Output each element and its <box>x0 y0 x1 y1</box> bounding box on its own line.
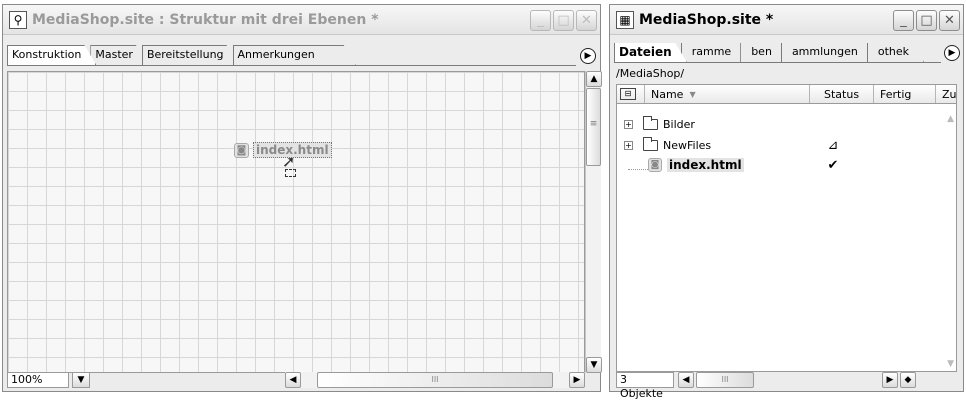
list-vscroll-up-icon[interactable]: ▲ <box>947 114 954 124</box>
right-tabstrip: Dateien ramme ben ammlungen othek <box>614 43 941 63</box>
vscroll-grip: ≡ <box>589 119 598 129</box>
column-status[interactable]: Status <box>810 85 874 103</box>
html-file-icon: ◙ <box>648 158 662 172</box>
hscroll-grip: III <box>721 375 729 384</box>
expand-icon[interactable]: + <box>624 119 633 129</box>
scroll-right-button[interactable]: ▶ <box>569 372 585 388</box>
zoom-field[interactable]: 100% <box>7 372 69 388</box>
site-structure-window: ⚲ MediaShop.site : Struktur mit drei Ebe… <box>2 4 602 392</box>
tab-bereitstellung[interactable]: Bereitstellung <box>142 45 239 65</box>
right-titlebar[interactable]: ▦ MediaShop.site * _ □ ✕ <box>610 5 963 35</box>
object-count: 3 Objekte <box>616 372 674 400</box>
left-tabstrip: Konstruktion Master Bereitstellung Anmer… <box>7 46 576 66</box>
zoom-dropdown-icon[interactable]: ▼ <box>72 372 90 388</box>
list-item-newfiles[interactable]: + NewFiles ⊿ <box>617 135 956 155</box>
maximize-button[interactable]: □ <box>553 10 574 31</box>
tab-dateien[interactable]: Dateien <box>614 43 687 62</box>
tab-menu-arrow-icon[interactable]: ▶ <box>944 45 960 61</box>
list-item-index[interactable]: ◙ index.html ✔ <box>617 155 956 175</box>
horizontal-scroll-thumb[interactable]: III <box>317 372 553 388</box>
structure-canvas[interactable]: ◙ index.html ➚ <box>7 71 585 373</box>
expand-view-icon[interactable]: ◆ <box>900 372 916 388</box>
canvas-vertical-scrollbar[interactable]: ▲ ≡ ▼ <box>585 71 602 373</box>
scroll-right-button[interactable]: ▶ <box>882 372 898 388</box>
column-zu[interactable]: Zu <box>936 85 957 103</box>
tab-master[interactable]: Master <box>90 45 148 65</box>
list-vscroll-down-icon[interactable]: ▼ <box>947 359 954 369</box>
tab-menu-arrow-icon[interactable]: ▶ <box>580 48 596 64</box>
maximize-button[interactable]: □ <box>916 10 937 31</box>
tree-line <box>628 160 648 170</box>
drag-drop-marker <box>285 169 296 177</box>
tab-programme[interactable]: ramme <box>681 43 746 62</box>
close-button[interactable]: ✕ <box>576 10 597 31</box>
site-map-icon: ⚲ <box>9 10 27 29</box>
column-name[interactable]: Name ▼ <box>645 85 810 103</box>
status-flag-icon: ⊿ <box>827 137 839 153</box>
status-check-icon: ✔ <box>827 157 839 173</box>
tab-konstruktion[interactable]: Konstruktion <box>7 45 96 65</box>
folder-menu-icon[interactable]: ⊟ <box>620 88 636 100</box>
left-window-title: MediaShop.site : Struktur mit drei Ebene… <box>32 11 379 28</box>
header-menu-cell[interactable]: ⊟ <box>617 85 645 103</box>
canvas-horizontal-scrollbar[interactable]: ◀ III ▶ <box>285 372 585 388</box>
file-name: NewFiles <box>663 138 712 152</box>
current-path: /MediaShop/ <box>616 67 685 80</box>
right-window-title: MediaShop.site * <box>639 11 774 28</box>
tab-farben[interactable]: ben <box>740 43 787 62</box>
left-titlebar[interactable]: ⚲ MediaShop.site : Struktur mit drei Ebe… <box>3 5 600 35</box>
left-bottombar: 100% ▼ ◀ III ▶ <box>7 371 596 389</box>
site-file-icon: ▦ <box>616 10 634 29</box>
html-file-icon: ◙ <box>234 142 249 158</box>
expand-icon[interactable]: + <box>624 140 633 150</box>
file-list[interactable]: + Bilder + NewFiles ⊿ ◙ index.html ✔ ▲ ▼ <box>616 104 957 372</box>
scroll-left-button[interactable]: ◀ <box>678 372 694 388</box>
tab-sammlungen[interactable]: ammlungen <box>781 43 873 62</box>
files-window: ▦ MediaShop.site * _ □ ✕ Dateien ramme b… <box>609 4 964 400</box>
minimize-button[interactable]: _ <box>893 10 914 31</box>
minimize-button[interactable]: _ <box>530 10 551 31</box>
hscroll-grip: III <box>431 375 439 384</box>
close-button[interactable]: ✕ <box>939 10 960 31</box>
folder-icon <box>643 136 658 151</box>
sort-arrow-icon: ▼ <box>689 89 696 99</box>
tab-anmerkungen[interactable]: Anmerkungen <box>233 45 356 65</box>
right-bottombar: 3 Objekte ◀ III ▶ ◆ <box>616 371 957 400</box>
horizontal-scroll-thumb[interactable]: III <box>696 372 754 388</box>
scroll-left-button[interactable]: ◀ <box>285 372 301 388</box>
file-list-header: ⊟ Name ▼ Status Fertig Zu <box>616 84 957 104</box>
column-name-label: Name <box>651 87 684 101</box>
file-name: Bilder <box>663 117 695 131</box>
list-item-bilder[interactable]: + Bilder <box>617 114 956 134</box>
column-fertig[interactable]: Fertig <box>874 85 936 103</box>
file-name: index.html <box>667 158 744 172</box>
folder-icon <box>643 115 658 130</box>
tab-bibliothek[interactable]: othek <box>867 43 924 62</box>
vertical-scroll-thumb[interactable]: ≡ <box>586 88 601 166</box>
scroll-up-button[interactable]: ▲ <box>586 71 602 87</box>
